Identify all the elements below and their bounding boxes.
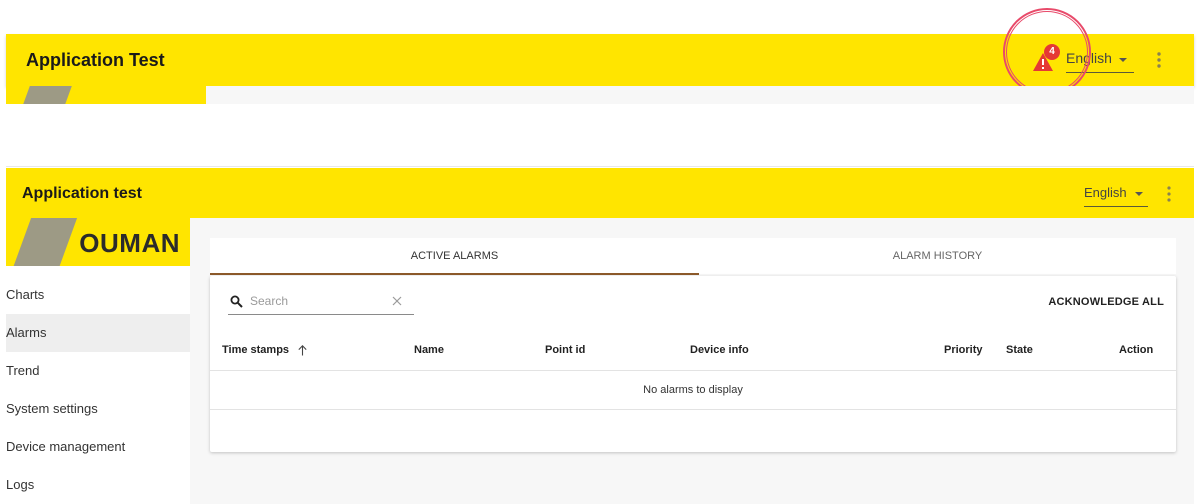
- acknowledge-all-button[interactable]: ACKNOWLEDGE ALL: [1048, 296, 1164, 308]
- top-logo-strip: [6, 86, 206, 104]
- sidebar-item-label: Device management: [6, 439, 126, 454]
- chevron-down-icon: [1135, 192, 1143, 196]
- column-header-state: State: [1006, 344, 1033, 356]
- alarms-table-card: ACKNOWLEDGE ALL Time stamps Name Point i…: [210, 276, 1176, 452]
- close-icon[interactable]: [392, 296, 402, 306]
- column-header-time-stamps[interactable]: Time stamps: [222, 344, 307, 356]
- sidebar-item-logs[interactable]: Logs: [6, 466, 190, 504]
- sidebar-item-device-management[interactable]: Device management: [6, 428, 190, 466]
- sidebar-item-label: Trend: [6, 363, 40, 378]
- arrow-up-icon: [298, 344, 307, 356]
- more-vert-icon[interactable]: [1166, 185, 1172, 203]
- column-header-device-info: Device info: [690, 344, 749, 356]
- main-content: ACTIVE ALARMS ALARM HISTORY ACKNOWLEDGE …: [190, 218, 1194, 504]
- column-header-priority: Priority: [944, 344, 983, 356]
- sidebar-item-alarms[interactable]: Alarms: [6, 314, 190, 352]
- divider: [6, 166, 1194, 167]
- tab-active-alarms[interactable]: ACTIVE ALARMS: [210, 238, 699, 274]
- tab-indicator: [210, 273, 699, 275]
- sidebar-item-trend[interactable]: Trend: [6, 352, 190, 390]
- chevron-down-icon: [1119, 58, 1127, 62]
- sidebar-item-label: Alarms: [6, 325, 47, 340]
- search-icon: [230, 295, 243, 308]
- empty-state-message: No alarms to display: [210, 371, 1176, 410]
- tab-bar: ACTIVE ALARMS ALARM HISTORY: [210, 238, 1176, 275]
- language-select[interactable]: English: [1084, 184, 1148, 207]
- sidebar-item-label: System settings: [6, 401, 98, 416]
- logo: OUMAN: [6, 218, 190, 266]
- table-header: Time stamps Name Point id Device info Pr…: [210, 332, 1176, 371]
- sidebar-item-charts[interactable]: Charts: [6, 276, 190, 314]
- language-label: English: [1084, 185, 1127, 200]
- logo-text: OUMAN: [79, 228, 180, 258]
- sidebar-item-system-settings[interactable]: System settings: [6, 390, 190, 428]
- logo-stripe: [16, 86, 74, 104]
- app-header: Application test English: [6, 168, 1194, 218]
- annotation-circle-inner: [1006, 11, 1088, 93]
- app-title: Application test: [22, 185, 143, 202]
- more-vert-icon[interactable]: [1156, 51, 1162, 69]
- tab-alarm-history[interactable]: ALARM HISTORY: [699, 238, 1176, 274]
- top-content-strip: [206, 86, 1194, 104]
- sidebar: OUMAN Charts Alarms Trend System setting…: [6, 218, 190, 504]
- column-header-action: Action: [1119, 344, 1154, 356]
- column-header-name: Name: [414, 344, 444, 356]
- column-header-point-id: Point id: [545, 344, 586, 356]
- sidebar-item-label: Logs: [6, 477, 35, 492]
- top-app-title: Application Test: [26, 50, 165, 70]
- search-field: [228, 290, 414, 315]
- logo-stripe: [10, 218, 80, 266]
- sidebar-item-label: Charts: [6, 287, 45, 302]
- search-input[interactable]: [250, 292, 380, 310]
- column-header-label: Time stamps: [222, 344, 290, 356]
